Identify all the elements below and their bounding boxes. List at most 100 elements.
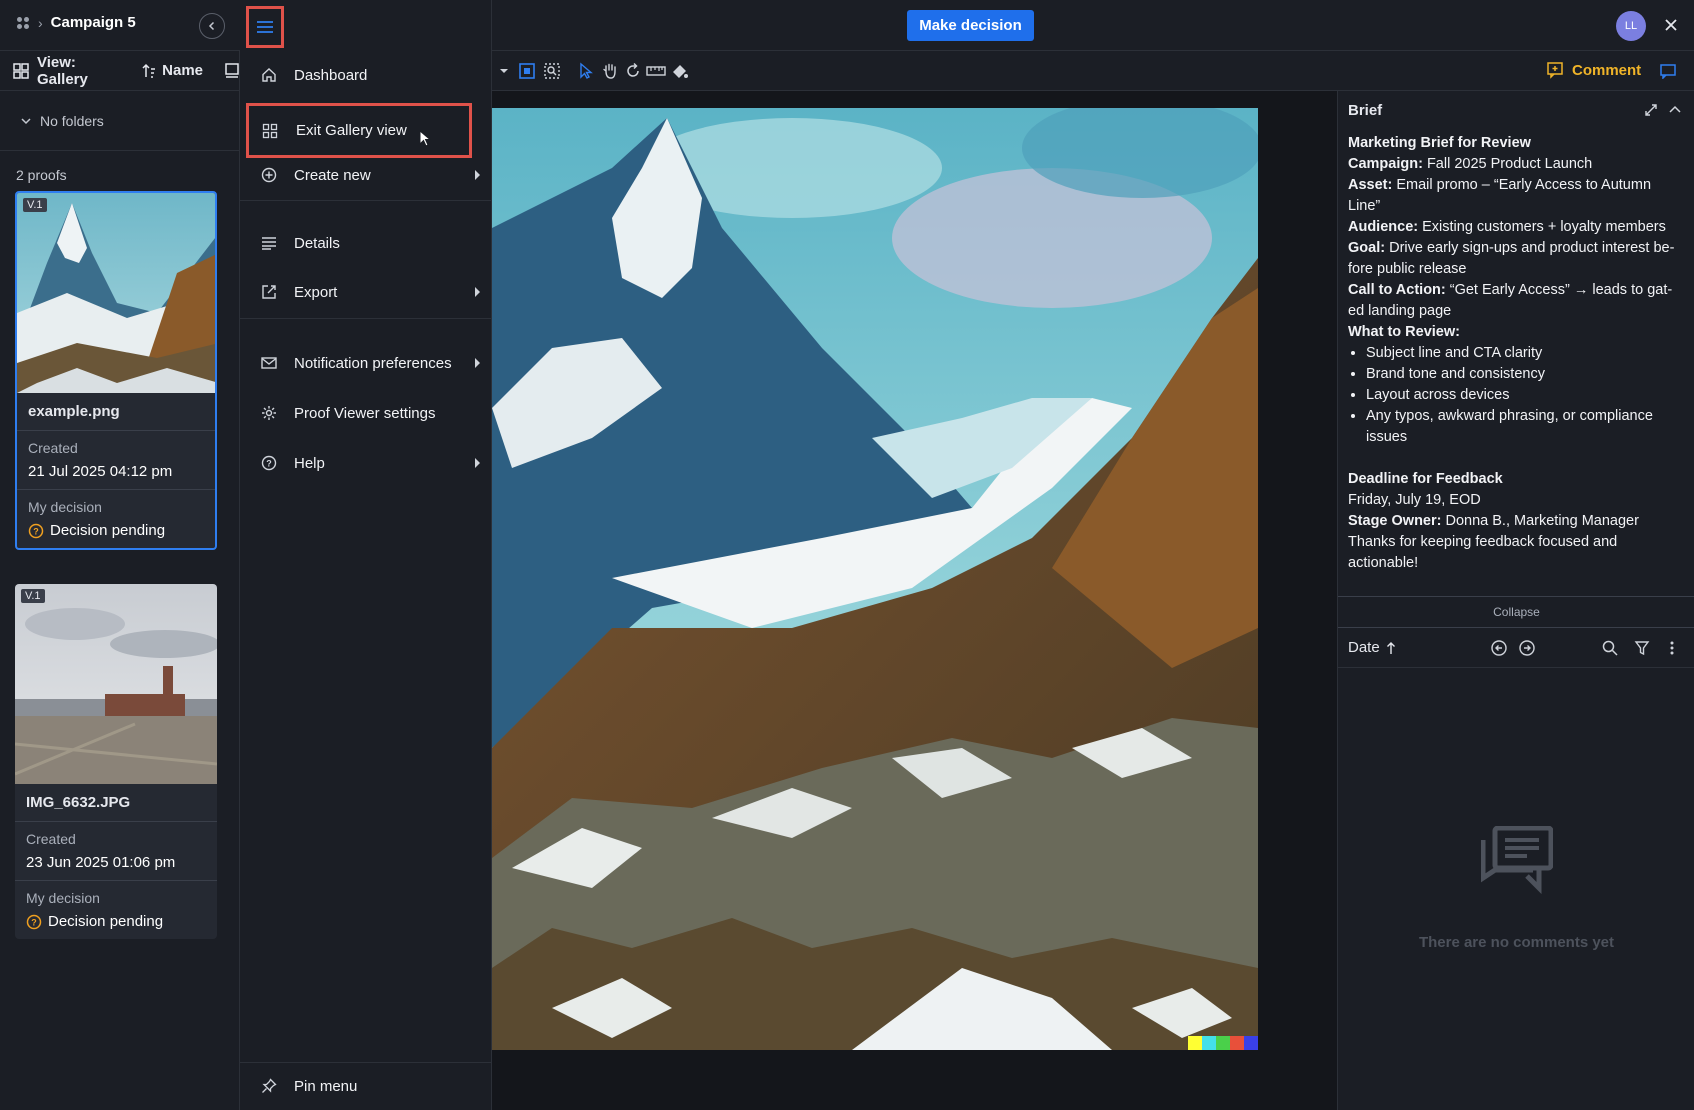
menu-item-label: Exit Gallery view [296,122,407,139]
created-value: 21 Jul 2025 04:12 pm [28,463,173,480]
color-swatches [1188,1036,1258,1050]
view-row: View: Gallery Name [0,51,239,91]
page-title[interactable]: Campaign 5 [51,14,136,31]
proofs-count: 2 proofs [16,167,67,183]
list-item: Any typos, awkward phrasing, or complian… [1366,406,1684,448]
home-icon [240,67,294,83]
proof-card[interactable]: V.1 IMG_6632.JPG Created 23 Jun 2025 01:… [15,584,217,939]
empty-comments: There are no comments yet [1338,826,1694,951]
sort-date-button[interactable]: Date [1348,639,1380,656]
menu-item-dashboard[interactable]: Dashboard [240,53,492,97]
sort-label: Name [162,62,203,79]
sort-button[interactable]: Name [142,62,203,79]
chevron-right-icon: › [38,14,43,31]
expand-icon[interactable] [1644,103,1658,117]
proof-filename: example.png [17,393,215,431]
export-icon [240,284,294,300]
pin-icon [240,1078,294,1094]
list-item: Brand tone and consistency [1366,364,1684,385]
proof-decision: My decision ? Decision pending [15,881,217,939]
ruler-icon[interactable] [646,61,666,81]
no-comments-icon [1338,826,1694,894]
lines-icon [240,236,294,250]
proof-canvas[interactable] [492,91,1337,1110]
proof-decision: My decision ? Decision pending [17,490,215,548]
menu-item-export[interactable]: Export [240,270,492,314]
decision-label: My decision [26,890,100,906]
more-options-icon[interactable] [1663,639,1681,657]
viewer-toolbar [492,51,1337,91]
comments-toolbar: Date [1338,628,1694,668]
goal-label: Goal: [1348,240,1386,256]
chevron-left-icon [208,21,215,31]
goal-value: Drive early sign-ups and product interes… [1348,240,1675,277]
decision-label: My decision [28,499,102,515]
sort-icon [142,63,156,78]
pin-menu-button[interactable]: Pin menu [240,1064,492,1108]
deadline-label: Deadline for Feedback [1348,471,1503,487]
folders-toggle[interactable]: No folders [0,91,239,151]
chevron-up-icon[interactable] [1668,103,1682,117]
color-picker-icon[interactable] [670,61,690,81]
next-comment-icon[interactable] [1518,639,1536,657]
menu-item-details[interactable]: Details [240,221,492,265]
cursor-icon [419,130,431,148]
rotate-icon[interactable] [623,61,643,81]
campaign-value: Fall 2025 Product Launch [1422,156,1593,172]
deadline-value: Friday, July 19, EOD [1348,492,1481,508]
apps-icon[interactable] [16,16,30,30]
close-icon[interactable] [1660,14,1682,36]
decision-value: Decision pending [50,522,166,539]
menu-item-label: Create new [294,166,371,184]
menu-item-label: Details [294,234,340,252]
asset-label: Asset: [1348,177,1393,193]
fit-screen-icon[interactable] [517,61,537,81]
menu-item-exit-gallery[interactable]: Exit Gallery view [246,103,472,158]
proof-image[interactable] [492,108,1258,1050]
folders-label: No folders [40,112,104,129]
layout-icon[interactable] [225,62,239,79]
cta-label: Call to Action: [1348,282,1446,298]
main-menu: Dashboard Exit Gallery view Create new D… [240,0,492,1110]
brief-content: Marketing Brief for Review Campaign: Fal… [1338,129,1694,574]
proof-thumbnail[interactable]: V.1 [15,584,217,784]
menu-toggle-button[interactable] [246,6,284,48]
owner-label: Stage Owner: [1348,513,1442,529]
filter-icon[interactable] [1633,639,1651,657]
search-icon[interactable] [1601,639,1619,657]
menu-item-proof-viewer-settings[interactable]: Proof Viewer settings [240,391,492,435]
menu-item-create-new[interactable]: Create new [240,153,492,197]
collapse-sidebar-button[interactable] [199,13,225,39]
plus-circle-icon [240,167,294,183]
proof-created: Created 21 Jul 2025 04:12 pm [17,431,215,490]
owner-value: Donna B., Marketing Manager [1441,513,1639,529]
proof-card[interactable]: V.1 example.png Created 21 Jul 2025 04:1… [15,191,217,550]
comment-button[interactable]: Comment [1546,61,1641,79]
previous-comment-icon[interactable] [1490,639,1508,657]
zoom-dropdown-icon[interactable] [494,61,514,81]
created-label: Created [26,831,76,847]
proof-sidebar: View: Gallery Name No folders 2 proofs V… [0,51,240,1110]
comment-label: Comment [1572,61,1642,79]
zoom-selection-icon[interactable] [542,61,562,81]
avatar[interactable]: LL [1616,11,1646,41]
make-decision-button[interactable]: Make decision [907,10,1034,41]
arrow-up-icon[interactable] [1386,641,1396,655]
menu-item-help[interactable]: ? Help [240,441,492,485]
audience-label: Audience: [1348,219,1419,235]
menu-item-label: Proof Viewer settings [294,404,436,422]
brief-thanks: Thanks for keeping feedback focused and … [1348,534,1618,571]
brief-title: Brief [1348,101,1383,119]
proof-thumbnail[interactable]: V.1 [17,193,215,393]
hamburger-icon [257,21,273,33]
breadcrumb: › Campaign 5 [16,14,136,31]
hand-icon[interactable] [600,61,620,81]
gear-icon [240,405,294,421]
view-mode-button[interactable]: View: Gallery [37,54,120,88]
pin-menu-label: Pin menu [294,1077,358,1095]
menu-item-notification-preferences[interactable]: Notification preferences [240,341,492,385]
comments-panel-icon[interactable] [1659,63,1677,79]
brief-heading: Marketing Brief for Review [1348,135,1531,151]
collapse-button[interactable]: Collapse [1338,596,1694,628]
pointer-icon[interactable] [576,61,596,81]
